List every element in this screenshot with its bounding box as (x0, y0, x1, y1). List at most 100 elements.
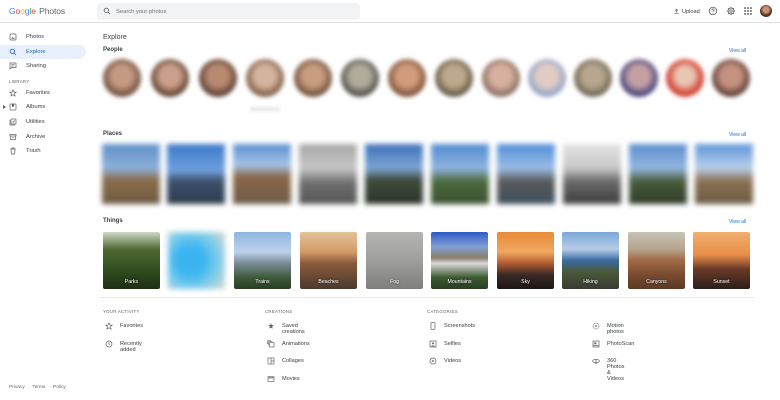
sidebar-item-photos[interactable]: Photos (0, 30, 95, 45)
creations-collages[interactable]: Collages (265, 357, 304, 376)
activity-recently-added[interactable]: Recently added (103, 340, 142, 359)
person-face[interactable] (341, 59, 379, 97)
category-photoscan[interactable]: PhotoScan (590, 340, 634, 359)
phone-icon (430, 322, 436, 330)
item-label: Collages (282, 358, 304, 365)
sidebar-item-label: Albums (26, 104, 46, 111)
person-face[interactable] (199, 59, 237, 97)
policy-link[interactable]: Policy (53, 385, 66, 390)
sidebar-item-explore[interactable]: Explore (0, 44, 86, 60)
person-face[interactable] (528, 59, 566, 97)
place-thumbnail[interactable] (695, 144, 753, 204)
place-thumbnail[interactable] (563, 144, 621, 204)
place-thumbnail[interactable] (629, 144, 687, 204)
logo-product-name: Photos (39, 6, 66, 16)
thing-label: Mountains (447, 279, 472, 285)
thing-hiking[interactable]: Hiking (562, 232, 619, 289)
thing-sky[interactable]: Sky (497, 232, 554, 289)
category-selfies[interactable]: Selfies (427, 340, 461, 359)
sidebar-item-sharing[interactable]: Sharing (0, 59, 95, 74)
person-face[interactable] (294, 59, 332, 97)
categories-section: CATEGORIES Screenshots Selfies Videos (427, 309, 475, 376)
star-icon (105, 322, 113, 330)
thing-fog[interactable]: Fog (366, 232, 423, 289)
library-section-label: LIBRARY (9, 78, 30, 84)
sidebar-item-label: Utilities (26, 118, 45, 125)
person-face[interactable] (435, 59, 473, 97)
search-bar[interactable] (97, 3, 360, 20)
category-motion-photos[interactable]: Motion photos (590, 322, 624, 341)
thing-mountains[interactable]: Mountains (431, 232, 488, 289)
settings-gear-icon[interactable] (726, 6, 736, 16)
item-label: Movies (282, 375, 300, 382)
item-label: Videos (444, 358, 462, 365)
apps-grid-icon[interactable] (743, 6, 753, 16)
place-thumbnail[interactable] (497, 144, 555, 204)
sidebar-item-albums[interactable]: Albums (0, 100, 95, 115)
item-label: PhotoScan (607, 340, 635, 347)
person-face[interactable] (388, 59, 426, 97)
section-divider (100, 297, 755, 298)
thing-beaches[interactable]: Beaches (300, 232, 357, 289)
people-row (100, 55, 755, 115)
categories-label: CATEGORIES (427, 309, 458, 314)
sidebar-item-favorites[interactable]: Favorites (0, 86, 95, 101)
thing-canyons[interactable]: Canyons (628, 232, 685, 289)
category-videos[interactable]: Videos (427, 357, 462, 376)
privacy-link[interactable]: Privacy (9, 385, 25, 390)
thing-label: Sunset (713, 279, 730, 285)
thing-parks[interactable]: Parks (103, 232, 160, 289)
search-input[interactable] (116, 5, 346, 18)
category-screenshots[interactable]: Screenshots (427, 322, 475, 341)
thing-label: Beaches (318, 279, 339, 285)
item-label: Screenshots (444, 323, 476, 329)
person-face[interactable] (574, 59, 612, 97)
categories-section-right: · Motion photos PhotoScan 360 Photos & V… (590, 309, 634, 382)
sidebar-item-utilities[interactable]: Utilities (0, 115, 95, 130)
expand-caret-icon[interactable] (3, 105, 6, 110)
place-thumbnail[interactable] (102, 144, 160, 204)
place-thumbnail[interactable] (233, 144, 291, 204)
activity-favorites[interactable]: Favorites (103, 322, 143, 341)
place-thumbnail[interactable] (167, 144, 225, 204)
person-face[interactable] (712, 59, 750, 97)
panorama-icon (592, 359, 600, 365)
movie-icon (267, 376, 275, 382)
item-label: Saved creations (282, 323, 305, 335)
google-photos-logo[interactable]: Google Photos (9, 6, 65, 16)
person-face[interactable] (482, 59, 520, 97)
things-view-all-link[interactable]: View all (729, 219, 746, 225)
person-face[interactable] (666, 59, 704, 97)
things-heading: Things (103, 218, 123, 224)
upload-button[interactable]: Upload (673, 0, 700, 23)
place-thumbnail[interactable] (299, 144, 357, 204)
people-view-all-link[interactable]: View all (729, 48, 746, 54)
help-icon[interactable] (708, 6, 718, 16)
sidebar-item-trash[interactable]: Trash (0, 144, 95, 159)
utilities-icon (9, 118, 17, 126)
person-face[interactable] (103, 59, 141, 97)
terms-link[interactable]: Terms (32, 385, 45, 390)
place-thumbnail[interactable] (431, 144, 489, 204)
saved-icon (268, 323, 274, 329)
thing-trains[interactable]: Trains (234, 232, 291, 289)
place-thumbnail[interactable] (365, 144, 423, 204)
thing-blurred-photo[interactable] (168, 232, 225, 289)
trash-icon (10, 147, 16, 155)
creations-animations[interactable]: Animations (265, 339, 310, 359)
sidebar-item-archive[interactable]: Archive (0, 130, 95, 145)
person-face[interactable] (620, 59, 658, 97)
creations-movies[interactable]: Movies (265, 376, 300, 394)
item-label: Motion photos (607, 323, 624, 335)
thing-label: Parks (124, 279, 139, 285)
creations-saved[interactable]: Saved creations (265, 323, 305, 341)
person-face[interactable] (151, 59, 189, 97)
person-face[interactable] (246, 59, 284, 97)
thing-label: Canyons (646, 279, 667, 285)
places-view-all-link[interactable]: View all (729, 132, 746, 138)
account-avatar[interactable] (760, 5, 772, 17)
category-360[interactable]: 360 Photos & Videos (590, 358, 624, 382)
thing-label: Fog (390, 279, 399, 285)
star-icon (9, 88, 17, 97)
thing-sunset[interactable]: Sunset (693, 232, 750, 289)
